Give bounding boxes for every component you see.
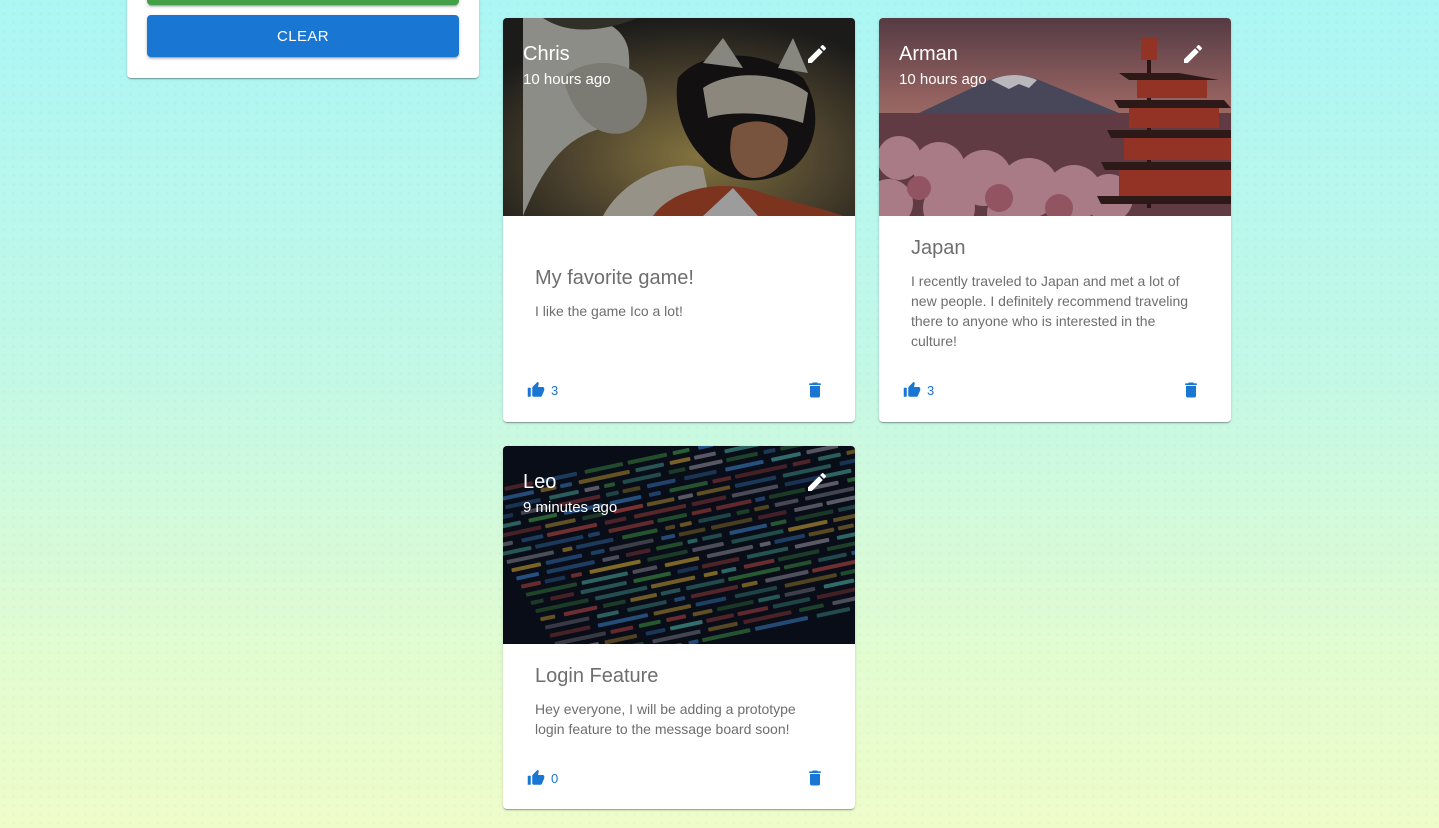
- like-button[interactable]: 0: [527, 767, 558, 789]
- pencil-icon: [1184, 44, 1203, 63]
- edit-button[interactable]: [805, 470, 829, 494]
- post-image: Arman 10 hours ago: [879, 18, 1231, 216]
- thumb-up-icon: [527, 381, 545, 397]
- pencil-icon: [808, 44, 827, 63]
- edit-button[interactable]: [805, 42, 829, 66]
- post-time: 9 minutes ago: [523, 499, 618, 516]
- post-form-panel: CLEAR: [127, 0, 479, 78]
- post-author: Arman: [899, 43, 958, 65]
- post-content: Login Feature Hey everyone, I will be ad…: [535, 664, 823, 739]
- post-title: My favorite game!: [535, 267, 694, 289]
- post-body: Hey everyone, I will be adding a prototy…: [535, 701, 796, 737]
- post-content: My favorite game! I like the game Ico a …: [535, 266, 823, 321]
- thumb-up-icon: [527, 769, 545, 785]
- submit-button[interactable]: [147, 0, 459, 5]
- post-author: Chris: [523, 43, 570, 65]
- post-body: I recently traveled to Japan and met a l…: [911, 273, 1189, 349]
- trash-icon: [809, 770, 821, 786]
- post-card: Chris 10 hours ago My favorite game! I l…: [503, 18, 855, 422]
- trash-icon: [1185, 382, 1197, 398]
- post-image: Chris 10 hours ago: [503, 18, 855, 216]
- post-author: Leo: [523, 471, 557, 493]
- trash-icon: [809, 382, 821, 398]
- delete-button[interactable]: [1181, 379, 1201, 401]
- edit-button[interactable]: [1181, 42, 1205, 66]
- like-count: 0: [551, 770, 559, 786]
- post-title: Japan: [911, 237, 966, 259]
- pencil-icon: [808, 472, 827, 491]
- post-card: Leo 9 minutes ago Login Feature Hey ever…: [503, 446, 855, 809]
- post-title: Login Feature: [535, 665, 659, 687]
- clear-button[interactable]: CLEAR: [147, 15, 459, 57]
- post-image: Leo 9 minutes ago: [503, 446, 855, 644]
- like-button[interactable]: 3: [903, 379, 934, 401]
- like-count: 3: [551, 382, 559, 398]
- post-content: Japan I recently traveled to Japan and m…: [911, 236, 1199, 351]
- post-card: Arman 10 hours ago Japan I recently trav…: [879, 18, 1231, 422]
- delete-button[interactable]: [805, 767, 825, 789]
- post-time: 10 hours ago: [523, 71, 611, 88]
- delete-button[interactable]: [805, 379, 825, 401]
- post-body: I like the game Ico a lot!: [535, 303, 683, 319]
- post-time: 10 hours ago: [899, 71, 987, 88]
- like-count: 3: [927, 382, 935, 398]
- like-button[interactable]: 3: [527, 379, 558, 401]
- thumb-up-icon: [903, 381, 921, 397]
